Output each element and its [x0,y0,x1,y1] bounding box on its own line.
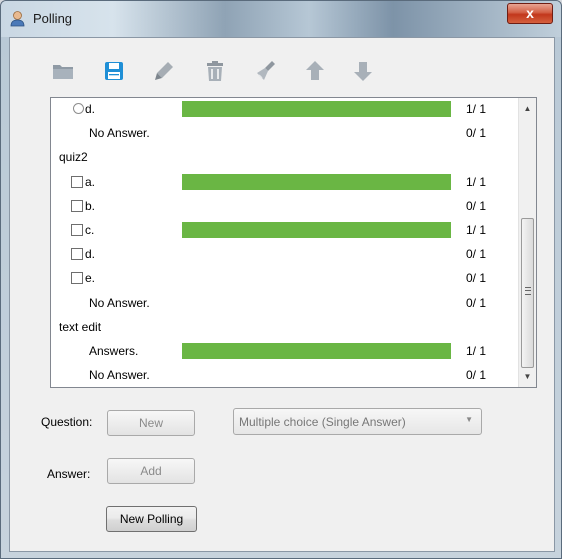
close-button[interactable]: x [507,3,553,24]
client-area: d. 1/ 1 No Answer. 0/ 1 quiz2 a. 1/ 1 b. 0/ 1 c. 1… [9,37,555,552]
open-folder-icon[interactable] [50,58,76,84]
question-title: text edit [59,319,102,334]
scroll-up-arrow-icon[interactable]: ▲ [519,100,536,117]
answer-row: a. 1/ 1 [51,170,513,194]
vote-count: 1/ 1 [466,102,487,116]
question-heading: text edit [51,315,513,339]
poll-results-list[interactable]: d. 1/ 1 No Answer. 0/ 1 quiz2 a. 1/ 1 b. 0/ 1 c. 1… [50,97,537,388]
answer-row: Answers. 1/ 1 [51,339,513,363]
question-label: Question: [41,415,93,429]
new-question-button[interactable]: New [107,410,195,436]
title-bar[interactable]: Polling x [1,1,561,37]
vote-progress-bar [182,173,451,190]
user-icon [10,11,25,27]
answer-radio[interactable] [73,103,84,114]
answer-row: b. 0/ 1 [51,194,513,218]
scrollbar-thumb[interactable] [521,218,534,368]
edit-pencil-icon[interactable] [151,58,177,84]
add-answer-button[interactable]: Add [107,458,195,484]
answer-label: Answer: [47,467,91,481]
move-up-arrow-icon[interactable] [302,58,328,84]
vote-count: 1/ 1 [466,223,487,237]
vote-progress-bar [182,343,451,359]
answer-checkbox[interactable] [71,175,83,188]
vote-progress-bar [182,101,451,117]
answer-label: b. [85,198,96,213]
vertical-scrollbar[interactable]: ▲ ▼ [518,98,536,387]
answer-label: d. [85,102,96,116]
answer-row: No Answer. 0/ 1 [51,363,513,387]
move-down-arrow-icon[interactable] [350,58,376,84]
vote-count: 0/ 1 [466,271,487,286]
save-icon[interactable] [101,58,127,84]
answer-checkbox[interactable] [71,272,83,285]
answer-row: No Answer. 0/ 1 [51,121,513,145]
new-polling-button[interactable]: New Polling [106,506,197,532]
answer-checkbox[interactable] [71,224,83,236]
answer-checkbox[interactable] [71,199,83,212]
answer-row: c. 1/ 1 [51,218,513,242]
question-title: quiz2 [59,150,88,165]
vote-count: 0/ 1 [466,295,487,310]
answer-row: d. 1/ 1 [51,98,513,121]
polling-window: Polling x d. 1/ 1 No Answer. 0/ 1 quiz2 … [0,0,562,559]
answer-row: d. 0/ 1 [51,242,513,266]
answer-label: a. [85,174,96,189]
vote-count: 0/ 1 [466,368,487,383]
chevron-down-icon: ▼ [465,415,473,424]
answer-label: No Answer. [89,368,150,383]
clear-broom-icon[interactable] [253,58,279,84]
window-title: Polling [33,11,73,26]
vote-count: 0/ 1 [466,247,487,262]
answer-label: Answers. [89,344,139,358]
answer-label: No Answer. [89,126,150,141]
answer-row: No Answer. 0/ 1 [51,291,513,315]
vote-count: 1/ 1 [466,174,487,189]
vote-count: 0/ 1 [466,198,487,213]
vote-count: 1/ 1 [466,344,487,358]
answer-label: No Answer. [89,295,150,310]
scroll-down-arrow-icon[interactable]: ▼ [519,368,536,385]
question-type-value: Multiple choice (Single Answer) [239,415,406,429]
vote-progress-bar [182,222,451,238]
answer-row: e. 0/ 1 [51,266,513,290]
delete-trash-icon[interactable] [202,58,228,84]
answer-checkbox[interactable] [71,248,83,261]
question-heading: quiz2 [51,145,513,169]
answer-label: d. [85,247,96,262]
close-icon: x [526,5,534,21]
vote-count: 0/ 1 [466,126,487,141]
grip-icon [525,287,531,295]
question-type-select[interactable]: Multiple choice (Single Answer) ▼ [233,408,482,435]
answer-label: c. [85,223,95,237]
answer-label: e. [85,271,96,286]
